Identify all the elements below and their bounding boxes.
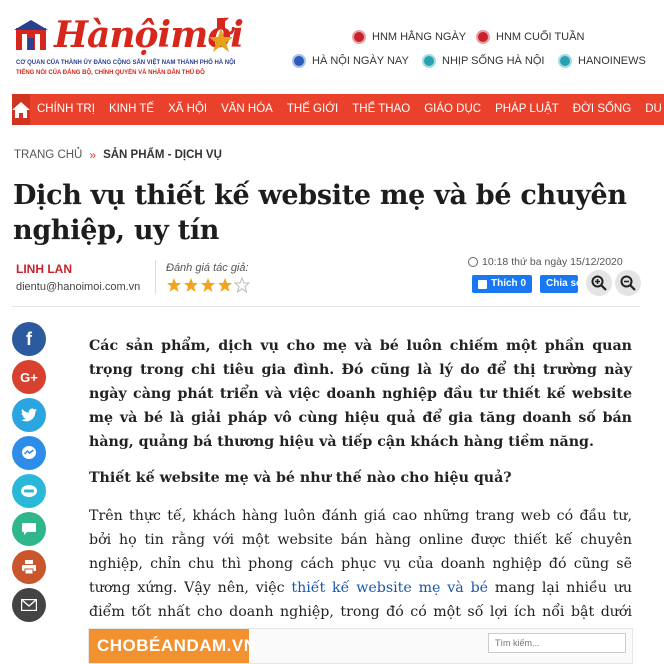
nav-item-society[interactable]: XÃ HỘI — [161, 94, 214, 125]
author-info: LINH LAN dientu@hanoimoi.com.vn — [16, 262, 140, 293]
nav-item-world[interactable]: THẾ GIỚI — [280, 94, 345, 125]
link-label: HNM HẰNG NGÀY — [372, 31, 467, 43]
print-button[interactable] — [12, 550, 46, 584]
print-icon — [22, 560, 36, 575]
medal-star-icon — [209, 18, 233, 52]
nav-item-politics[interactable]: CHÍNH TRỊ — [30, 94, 102, 125]
meta-divider — [12, 306, 640, 307]
home-icon — [12, 101, 30, 118]
link-hanoi-life[interactable]: NHỊP SỐNG HÀ NỘI — [422, 54, 544, 68]
link-hanoinews[interactable]: HANOINEWS — [558, 54, 646, 68]
site-header: Hànộimới CƠ QUAN CỦA THÀNH ỦY ĐẢNG CỘNG … — [0, 0, 664, 92]
link-hnm-weekend[interactable]: HNM CUỐI TUẦN — [476, 30, 584, 44]
main-nav: CHÍNH TRỊ KINH TẾ XÃ HỘI VĂN HÓA THẾ GIỚ… — [12, 94, 664, 125]
link-label: HÀ NỘI NGÀY NAY — [312, 55, 409, 67]
like-label: Thích 0 — [491, 278, 527, 289]
author-name[interactable]: LINH LAN — [16, 262, 140, 276]
article-body: Các sản phẩm, dịch vụ cho mẹ và bé luôn … — [89, 334, 632, 648]
zoom-out-button[interactable] — [615, 270, 641, 296]
article-lead: Các sản phẩm, dịch vụ cho mẹ và bé luôn … — [89, 338, 632, 450]
logo-tagline: TIẾNG NÓI CỦA ĐẢNG BỘ, CHÍNH QUYỀN VÀ NH… — [16, 70, 205, 76]
link-label: HNM CUỐI TUẦN — [496, 31, 585, 43]
rating-label: Đánh giá tác giả: — [166, 262, 249, 274]
logo-building-icon — [14, 20, 48, 50]
link-label: HANOINEWS — [578, 55, 646, 67]
nav-item-life[interactable]: ĐỜI SỐNG — [566, 94, 638, 125]
breadcrumb: TRANG CHỦ » SẢN PHẨM - DỊCH VỤ — [14, 148, 222, 162]
google-plus-icon: G+ — [20, 369, 38, 385]
nav-item-economy[interactable]: KINH TẾ — [102, 94, 161, 125]
star-filled-icon[interactable] — [217, 277, 233, 293]
star-empty-icon[interactable] — [234, 277, 250, 293]
messenger-icon — [22, 446, 36, 459]
embed-search-box: Tìm kiếm... — [488, 633, 626, 653]
star-filled-icon[interactable] — [183, 277, 199, 293]
breadcrumb-current[interactable]: SẢN PHẨM - DỊCH VỤ — [103, 149, 222, 161]
publish-time: 10:18 thứ ba ngày 15/12/2020 — [468, 256, 623, 268]
nav-item-travel[interactable]: DU L — [638, 94, 664, 125]
share-label: Chia sẻ — [546, 278, 578, 289]
article-subheading: Thiết kế website mẹ và bé như thế nào ch… — [89, 470, 512, 486]
link-hnm-daily[interactable]: HNM HẰNG NGÀY — [352, 30, 466, 44]
site-logo[interactable]: Hànộimới CƠ QUAN CỦA THÀNH ỦY ĐẢNG CỘNG … — [12, 10, 252, 80]
embed-logo: CHOBÉANDAM.VN — [89, 629, 256, 663]
nav-item-sports[interactable]: THỂ THAO — [345, 94, 417, 125]
newspaper-icon — [352, 30, 366, 44]
breadcrumb-separator: » — [89, 148, 97, 162]
google-plus-share-icon[interactable]: G+ — [12, 360, 46, 394]
email-share-button[interactable] — [12, 588, 46, 622]
zoom-in-icon — [591, 275, 607, 291]
zalo-icon — [21, 485, 37, 497]
nav-item-culture[interactable]: VĂN HÓA — [214, 94, 280, 125]
link-label: NHỊP SỐNG HÀ NỘI — [442, 55, 545, 67]
nav-item-education[interactable]: GIÁO DỤC — [417, 94, 488, 125]
comment-share-icon[interactable] — [12, 512, 46, 546]
comment-icon — [22, 523, 36, 535]
breadcrumb-home[interactable]: TRANG CHỦ — [14, 149, 82, 161]
article-title: Dịch vụ thiết kế website mẹ và bé chuyên… — [13, 180, 627, 246]
newspaper-icon — [292, 54, 306, 68]
divider — [155, 260, 156, 294]
twitter-share-icon[interactable] — [12, 398, 46, 432]
author-rating: Đánh giá tác giả: — [166, 262, 251, 293]
twitter-icon — [21, 408, 37, 422]
nav-home-button[interactable] — [12, 94, 30, 125]
link-hanoi-today[interactable]: HÀ NỘI NGÀY NAY — [292, 54, 409, 68]
rating-stars — [166, 277, 251, 293]
timestamp-text: 10:18 thứ ba ngày 15/12/2020 — [482, 256, 623, 268]
author-email[interactable]: dientu@hanoimoi.com.vn — [16, 281, 140, 293]
zoom-in-button[interactable] — [586, 270, 612, 296]
nav-item-law[interactable]: PHÁP LUẬT — [488, 94, 566, 125]
thumbs-up-icon — [478, 279, 487, 289]
globe-icon — [558, 54, 572, 68]
facebook-share-icon[interactable]: f — [12, 322, 46, 356]
star-filled-icon[interactable] — [200, 277, 216, 293]
star-filled-icon[interactable] — [166, 277, 182, 293]
article-paragraph: Trên thực tế, khách hàng luôn đánh giá c… — [89, 504, 632, 648]
clock-icon — [468, 257, 478, 267]
article-image: CHOBÉANDAM.VN Tìm kiếm... — [88, 628, 633, 664]
email-icon — [21, 599, 37, 611]
newspaper-icon — [422, 54, 436, 68]
messenger-share-icon[interactable] — [12, 436, 46, 470]
facebook-icon: f — [26, 328, 32, 349]
zoom-out-icon — [620, 275, 636, 291]
zalo-share-icon[interactable] — [12, 474, 46, 508]
facebook-share-button[interactable]: Chia sẻ — [540, 275, 579, 293]
newspaper-icon — [476, 30, 490, 44]
facebook-like-button[interactable]: Thích 0 — [472, 275, 533, 293]
logo-subtitle: CƠ QUAN CỦA THÀNH ỦY ĐẢNG CỘNG SẢN VIỆT … — [16, 60, 236, 66]
inline-link[interactable]: thiết kế website mẹ và bé — [291, 580, 488, 596]
